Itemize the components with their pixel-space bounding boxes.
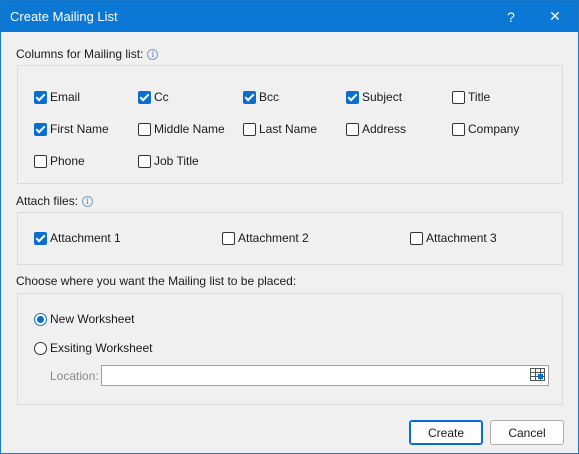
checkbox-attachment-3[interactable]: Attachment 3 xyxy=(410,231,497,245)
checkbox-box[interactable] xyxy=(34,122,47,136)
checkbox-attachment-2[interactable]: Attachment 2 xyxy=(222,231,309,245)
checkbox-box[interactable] xyxy=(34,154,47,168)
checkbox-box[interactable] xyxy=(222,231,235,245)
checkbox-box[interactable] xyxy=(34,90,47,104)
create-button[interactable]: Create xyxy=(409,420,483,445)
checkbox-label: Last Name xyxy=(259,122,318,136)
title-bar: Create Mailing List ? ✕ xyxy=(1,1,578,32)
radio-circle[interactable] xyxy=(34,341,47,355)
checkbox-title[interactable]: Title xyxy=(452,90,490,104)
checkbox-box[interactable] xyxy=(34,231,47,245)
columns-label-text: Columns for Mailing list: xyxy=(16,47,144,61)
checkbox-job-title[interactable]: Job Title xyxy=(138,154,199,168)
checkbox-last-name[interactable]: Last Name xyxy=(243,122,317,136)
checkbox-first-name[interactable]: First Name xyxy=(34,122,109,136)
info-icon[interactable]: i xyxy=(147,49,159,60)
checkbox-label: Attachment 3 xyxy=(426,231,497,245)
checkbox-address[interactable]: Address xyxy=(346,122,406,136)
checkbox-box[interactable] xyxy=(452,90,465,104)
checkbox-label: Attachment 2 xyxy=(238,231,309,245)
checkbox-box[interactable] xyxy=(346,90,359,104)
checkbox-label: Email xyxy=(50,90,81,104)
checkbox-label: Phone xyxy=(50,154,85,168)
attach-section-label: Attach files: i xyxy=(16,194,94,208)
checkbox-phone[interactable]: Phone xyxy=(34,154,85,168)
checkbox-label: Title xyxy=(468,90,491,104)
checkbox-label: Subject xyxy=(362,90,403,104)
checkbox-label: Cc xyxy=(154,90,169,104)
checkbox-label: Company xyxy=(468,122,520,136)
checkbox-company[interactable]: Company xyxy=(452,122,519,136)
checkbox-box[interactable] xyxy=(243,90,256,104)
help-icon: ? xyxy=(507,8,515,25)
create-mailing-list-dialog: Create Mailing List ? ✕ Columns for Mail… xyxy=(0,0,579,454)
checkbox-label: Attachment 1 xyxy=(50,231,121,245)
radio-new-worksheet[interactable]: New Worksheet xyxy=(34,312,134,326)
location-input[interactable] xyxy=(101,365,549,386)
checkbox-box[interactable] xyxy=(138,122,151,136)
checkbox-subject[interactable]: Subject xyxy=(346,90,402,104)
help-button[interactable]: ? xyxy=(489,1,533,32)
dialog-title: Create Mailing List xyxy=(10,9,118,24)
checkbox-middle-name[interactable]: Middle Name xyxy=(138,122,225,136)
checkbox-cc[interactable]: Cc xyxy=(138,90,169,104)
checkbox-label: Middle Name xyxy=(154,122,225,136)
columns-group: Email Cc Bcc Subject Title First Name Mi… xyxy=(17,65,563,184)
radio-label: New Worksheet xyxy=(50,312,135,326)
radio-label: Exsiting Worksheet xyxy=(50,341,153,355)
radio-existing-worksheet[interactable]: Exsiting Worksheet xyxy=(34,341,153,355)
location-label: Location: xyxy=(50,369,99,383)
checkbox-box[interactable] xyxy=(410,231,423,245)
checkbox-label: Address xyxy=(362,122,407,136)
placement-section-label: Choose where you want the Mailing list t… xyxy=(16,274,297,288)
checkbox-box[interactable] xyxy=(452,122,465,136)
cancel-button[interactable]: Cancel xyxy=(490,420,564,445)
info-icon[interactable]: i xyxy=(82,196,94,207)
checkbox-box[interactable] xyxy=(138,90,151,104)
close-icon: ✕ xyxy=(549,8,561,24)
checkbox-box[interactable] xyxy=(138,154,151,168)
range-select-icon[interactable] xyxy=(529,367,546,382)
checkbox-label: Job Title xyxy=(154,154,199,168)
checkbox-box[interactable] xyxy=(243,122,256,136)
checkbox-attachment-1[interactable]: Attachment 1 xyxy=(34,231,121,245)
checkbox-label: Bcc xyxy=(259,90,280,104)
checkbox-bcc[interactable]: Bcc xyxy=(243,90,279,104)
radio-circle[interactable] xyxy=(34,312,47,326)
checkbox-email[interactable]: Email xyxy=(34,90,80,104)
placement-group: New Worksheet Exsiting Worksheet xyxy=(17,293,563,405)
attach-group: Attachment 1 Attachment 2 Attachment 3 xyxy=(17,212,563,265)
checkbox-label: First Name xyxy=(50,122,109,136)
columns-section-label: Columns for Mailing list: i xyxy=(16,47,159,61)
checkbox-box[interactable] xyxy=(346,122,359,136)
close-button[interactable]: ✕ xyxy=(533,1,577,32)
attach-label-text: Attach files: xyxy=(16,194,79,208)
